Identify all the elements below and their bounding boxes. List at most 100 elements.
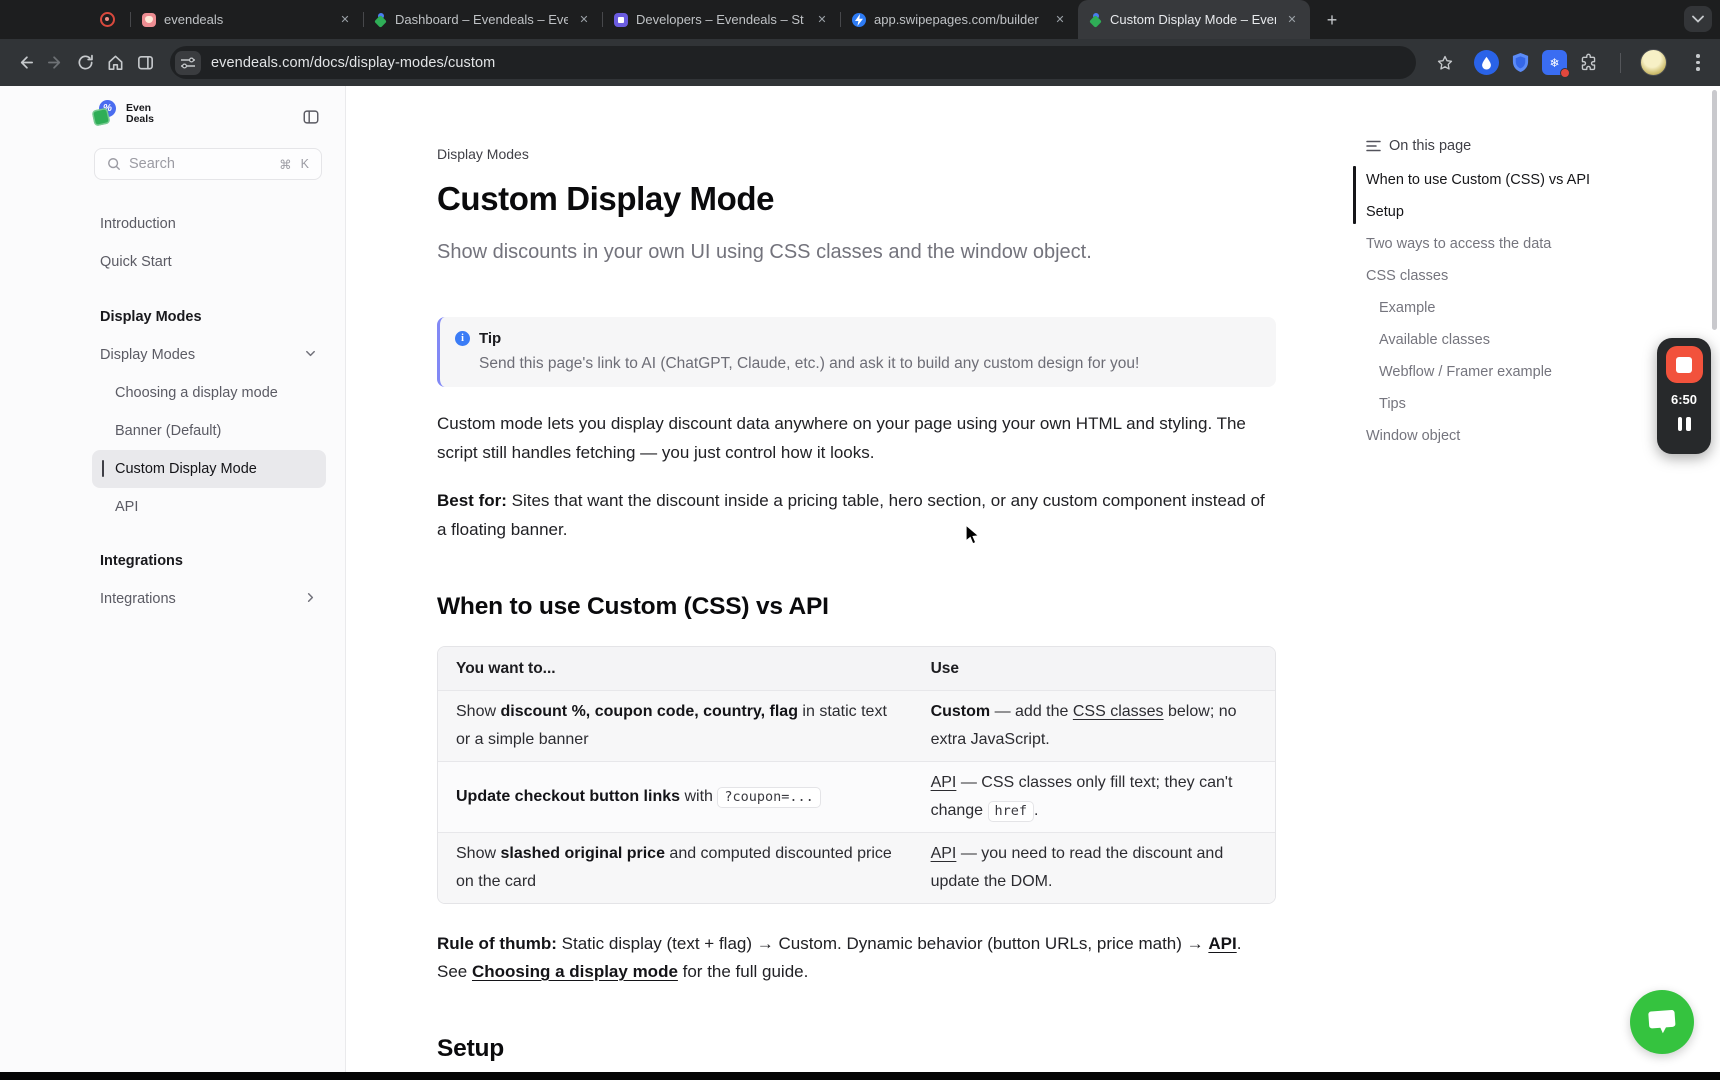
home-button[interactable]: [100, 48, 130, 78]
extensions-row: ❄: [1474, 49, 1710, 76]
shortcut-k-key: K: [301, 157, 309, 171]
extension-droplet-icon[interactable]: [1474, 50, 1499, 75]
sidebar-item-api[interactable]: API: [0, 488, 345, 526]
tab-evendeals[interactable]: evendeals ✕: [130, 0, 363, 39]
table-cell-use: API — CSS classes only fill text; they c…: [913, 761, 1275, 832]
tab-title: Dashboard – Evendeals – Eve: [395, 12, 568, 27]
close-tab-icon[interactable]: ✕: [576, 12, 592, 28]
tab-strip: evendeals ✕ Dashboard – Evendeals – Eve …: [0, 0, 1720, 39]
chat-bubble-icon: [1646, 1007, 1678, 1037]
close-tab-icon[interactable]: ✕: [337, 12, 353, 28]
search-placeholder: Search: [129, 156, 270, 172]
text-segment: for the full guide.: [678, 962, 808, 981]
text-segment: — add the: [990, 703, 1073, 720]
tab-search-button[interactable]: [1684, 6, 1712, 32]
inline-link[interactable]: API: [931, 774, 957, 791]
shortcut-cmd-key: ⌘: [279, 157, 292, 172]
swipepages-favicon: [852, 13, 866, 27]
forward-button[interactable]: [40, 48, 70, 78]
close-tab-icon[interactable]: ✕: [1052, 12, 1068, 28]
extension-shield-icon[interactable]: [1508, 50, 1533, 75]
bookmark-star-button[interactable]: [1430, 48, 1460, 78]
sidebar-item-choosing-display-mode[interactable]: Choosing a display mode: [0, 374, 345, 412]
text-segment: Static display (text + flag) → Custom. D…: [557, 934, 1208, 953]
text-segment: Rule of thumb:: [437, 934, 557, 953]
chat-launcher-button[interactable]: [1630, 990, 1694, 1054]
inline-link[interactable]: API: [1208, 934, 1236, 953]
inline-link[interactable]: API: [931, 845, 957, 862]
tip-text: Send this page's link to AI (ChatGPT, Cl…: [479, 355, 1258, 373]
toc-item-setup[interactable]: Setup: [1366, 196, 1622, 228]
chevron-down-icon: [304, 347, 317, 364]
toc-item-window-object[interactable]: Window object: [1366, 420, 1622, 452]
extension-snowflake-icon[interactable]: ❄: [1542, 50, 1567, 75]
on-this-page-toc: On this page When to use Custom (CSS) vs…: [1366, 138, 1622, 452]
chevron-right-icon: [304, 591, 317, 608]
side-panel-button[interactable]: [130, 48, 160, 78]
tab-swipepages[interactable]: app.swipepages.com/builder ✕: [840, 0, 1078, 39]
text-segment: slashed original price: [500, 845, 665, 862]
sidebar-item-quick-start[interactable]: Quick Start: [0, 243, 345, 281]
toc-item-example[interactable]: Example: [1366, 292, 1622, 324]
inline-link[interactable]: CSS classes: [1073, 703, 1164, 720]
stop-recording-button[interactable]: [1666, 346, 1703, 383]
sidebar-section-integrations: Integrations: [0, 542, 345, 580]
tab-developers[interactable]: Developers – Evendeals – St ✕: [602, 0, 840, 39]
code-span: href: [988, 801, 1035, 822]
tab-title: Developers – Evendeals – St: [636, 12, 806, 27]
text-segment: discount %, coupon code, country, flag: [500, 703, 798, 720]
pause-recording-button[interactable]: [1678, 417, 1691, 431]
intro-paragraph: Custom mode lets you display discount da…: [437, 409, 1276, 467]
rule-of-thumb-paragraph: Rule of thumb: Static display (text + fl…: [437, 930, 1276, 986]
toc-item-css-classes[interactable]: CSS classes: [1366, 260, 1622, 292]
table-header-row: You want to... Use: [438, 647, 1275, 690]
sidebar-nav: Introduction Quick Start Display Modes D…: [0, 205, 345, 618]
column-header-use: Use: [913, 647, 1275, 690]
search-input[interactable]: Search ⌘ K: [94, 148, 322, 180]
toc-item-when-to-use[interactable]: When to use Custom (CSS) vs API: [1366, 164, 1622, 196]
developers-favicon: [614, 13, 628, 27]
sidebar-toggle-button[interactable]: [300, 106, 322, 128]
toc-header: On this page: [1366, 138, 1622, 154]
best-for-text: Sites that want the discount inside a pr…: [437, 491, 1265, 539]
search-icon: [107, 157, 121, 171]
evendeals-gem-favicon: [1090, 13, 1102, 27]
sidebar-item-introduction[interactable]: Introduction: [0, 205, 345, 243]
sidebar-group-integrations[interactable]: Integrations: [0, 580, 345, 618]
table-row: Update checkout button links with ?coupo…: [438, 761, 1275, 832]
toc-item-tips[interactable]: Tips: [1366, 388, 1622, 420]
address-bar[interactable]: evendeals.com/docs/display-modes/custom: [170, 46, 1416, 79]
profile-avatar[interactable]: [1640, 49, 1667, 76]
sidebar-item-banner-default[interactable]: Banner (Default): [0, 412, 345, 450]
page-title: Custom Display Mode: [437, 180, 1276, 218]
info-icon: i: [455, 331, 470, 346]
table-row: Show discount %, coupon code, country, f…: [438, 690, 1275, 761]
tab-dashboard[interactable]: Dashboard – Evendeals – Eve ✕: [363, 0, 602, 39]
tab-title: Custom Display Mode – Even: [1110, 12, 1276, 27]
site-settings-icon[interactable]: [175, 51, 201, 75]
tab-custom-display-mode-active[interactable]: Custom Display Mode – Even ✕: [1078, 0, 1310, 39]
toc-item-webflow-framer[interactable]: Webflow / Framer example: [1366, 356, 1622, 388]
extensions-puzzle-icon[interactable]: [1576, 50, 1601, 75]
close-tab-icon[interactable]: ✕: [814, 12, 830, 28]
inline-link[interactable]: Choosing a display mode: [472, 962, 678, 981]
sidebar-group-display-modes[interactable]: Display Modes: [0, 336, 345, 374]
browser-menu-button[interactable]: [1686, 54, 1710, 71]
tip-callout: i Tip Send this page's link to AI (ChatG…: [437, 317, 1276, 387]
bottom-black-strip: [0, 1072, 1720, 1080]
section-title-setup: Setup: [437, 1034, 1276, 1064]
toc-item-available-classes[interactable]: Available classes: [1366, 324, 1622, 356]
page-scrollbar-thumb[interactable]: [1712, 90, 1717, 330]
sidebar-item-custom-display-mode[interactable]: Custom Display Mode: [92, 450, 326, 488]
back-button[interactable]: [10, 48, 40, 78]
tab-title: evendeals: [164, 12, 329, 27]
evendeals-favicon: [142, 13, 156, 27]
toc-item-two-ways[interactable]: Two ways to access the data: [1366, 228, 1622, 260]
reload-button[interactable]: [70, 48, 100, 78]
evendeals-logo[interactable]: % EvenDeals: [93, 100, 154, 128]
new-tab-button[interactable]: +: [1318, 6, 1346, 34]
table-cell-use: API — you need to read the discount and …: [913, 832, 1275, 903]
close-tab-icon[interactable]: ✕: [1284, 12, 1300, 28]
page-viewport: % EvenDeals Search ⌘ K Introduction Quic…: [0, 86, 1720, 1072]
table-cell-use: Custom — add the CSS classes below; no e…: [913, 690, 1275, 761]
